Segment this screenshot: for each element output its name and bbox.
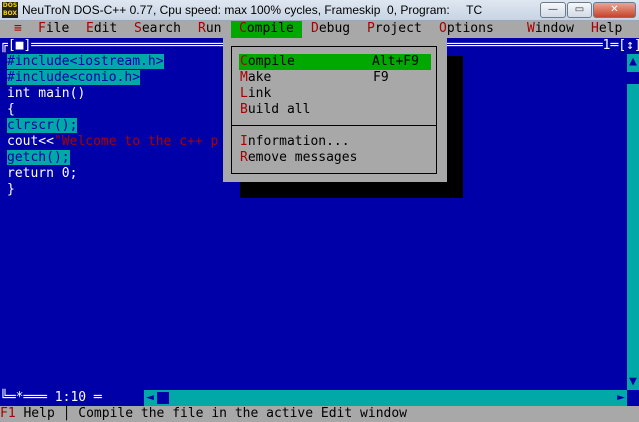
status-bar: F1 Help │ Compile the file in the active…	[0, 406, 639, 422]
menu-item-hotkey: C	[240, 54, 248, 69]
menu-item-label: ink	[247, 86, 272, 101]
menu-item-compile[interactable]: Compile Alt+F9	[239, 54, 431, 70]
vertical-scrollbar[interactable]: ▲ ▼	[627, 54, 639, 390]
system-menu[interactable]: ≡	[14, 21, 22, 38]
code-editor[interactable]: #include<iostream.h> #include<conio.h> i…	[7, 54, 218, 198]
window-title-bar[interactable]: DOS BOX NeuTroN DOS-C++ 0.77, Cpu speed:…	[0, 0, 639, 21]
code-line: getch();	[7, 150, 218, 166]
menu-item-information[interactable]: Information...	[240, 134, 430, 150]
horizontal-scrollbar[interactable]: ◄ ►	[144, 390, 627, 406]
menu-file-hotkey: F	[38, 21, 46, 36]
menu-item-hotkey: M	[240, 70, 248, 85]
menu-debug-hotkey: D	[311, 21, 319, 36]
code-string-literal: "Welcome to the c++ p	[53, 134, 219, 149]
scroll-up-icon[interactable]: ▲	[627, 54, 639, 70]
menu-edit-hotkey: E	[86, 21, 94, 36]
menu-item-link[interactable]: Link	[240, 86, 430, 102]
menu-debug[interactable]: Debug	[311, 21, 350, 38]
menu-help-hotkey: H	[591, 21, 599, 36]
menu-item-label: ake	[247, 70, 272, 85]
scroll-down-icon[interactable]: ▼	[627, 374, 639, 390]
code-line-text: #include<iostream.h>	[7, 54, 164, 69]
code-line: }	[7, 182, 15, 197]
system-menu-icon: ≡	[14, 21, 22, 36]
code-line: cout<<"Welcome to the c++ p	[7, 134, 218, 150]
menu-item-build-all[interactable]: Build all	[240, 102, 430, 118]
code-line-text: cout<<	[7, 134, 54, 149]
menu-project-label: roject	[374, 21, 422, 36]
menu-search-hotkey: S	[134, 21, 142, 36]
menu-window-label: indow	[534, 21, 574, 36]
menu-item-make[interactable]: Make F9	[240, 70, 430, 86]
minimize-button[interactable]: —	[540, 2, 566, 18]
menu-item-label: nformation...	[247, 134, 350, 149]
menu-compile[interactable]: Compile	[231, 21, 302, 38]
code-line-text: #include<conio.h>	[7, 70, 141, 85]
vertical-scroll-thumb[interactable]	[627, 72, 639, 84]
menu-item-label: uild all	[247, 102, 311, 117]
menu-bar: ≡ File Edit Search Run Compile Debug Pro…	[0, 21, 639, 38]
menu-item-hotkey: L	[240, 86, 248, 101]
code-line-text: getch();	[7, 150, 70, 165]
menu-run-hotkey: R	[198, 21, 206, 36]
maximize-button[interactable]: ▭	[567, 2, 592, 18]
menu-run-label: un	[205, 21, 222, 36]
horizontal-scroll-thumb[interactable]	[157, 392, 169, 404]
code-line: int main()	[7, 86, 86, 101]
menu-edit-label: dit	[93, 21, 118, 36]
compile-dropdown-menu: Compile Alt+F9 Make F9 Link Build all Info…	[223, 38, 447, 182]
menu-compile-label: ompile	[246, 21, 294, 36]
menu-file[interactable]: File	[38, 21, 69, 38]
menu-help[interactable]: Help	[591, 21, 622, 38]
menu-item-shortcut: F9	[373, 70, 389, 85]
code-line: #include<iostream.h>	[7, 54, 218, 70]
menu-item-hotkey: I	[240, 134, 248, 149]
menu-help-label: elp	[598, 21, 623, 36]
menu-edit[interactable]: Edit	[86, 21, 117, 38]
app-icon-text-bottom: BOX	[2, 10, 18, 17]
code-line: {	[7, 102, 15, 117]
scroll-right-icon[interactable]: ►	[615, 390, 627, 406]
help-hotkey[interactable]: F1	[0, 406, 16, 421]
scroll-left-icon[interactable]: ◄	[144, 390, 156, 406]
menu-search-label: earch	[141, 21, 181, 36]
menu-item-remove-messages[interactable]: Remove messages	[240, 150, 430, 166]
menu-item-label: emove messages	[247, 150, 358, 165]
menu-search[interactable]: Search	[134, 21, 181, 38]
menu-item-shortcut: Alt+F9	[372, 54, 419, 69]
menu-item-hotkey: B	[240, 102, 248, 117]
menu-options-hotkey: O	[439, 21, 447, 36]
menu-item-label: ompile	[247, 54, 295, 69]
window-title: NeuTroN DOS-C++ 0.77, Cpu speed: max 100…	[22, 3, 483, 17]
code-line-text: clrscr();	[7, 118, 78, 133]
code-line: #include<conio.h>	[7, 70, 218, 86]
menu-file-label: ile	[45, 21, 70, 36]
menu-run[interactable]: Run	[198, 21, 221, 38]
menu-options-label: ptions	[446, 21, 494, 36]
menu-item-hotkey: R	[240, 150, 248, 165]
menu-window-hotkey: W	[527, 21, 535, 36]
help-label[interactable]: Help	[16, 406, 63, 421]
menu-window[interactable]: Window	[527, 21, 574, 38]
close-button[interactable]: ✕	[593, 2, 636, 18]
code-line: return 0;	[7, 166, 78, 181]
code-line: clrscr();	[7, 118, 218, 134]
menu-separator	[232, 125, 436, 126]
menu-project-hotkey: P	[367, 21, 375, 36]
menu-debug-label: ebug	[318, 21, 351, 36]
dosbox-app-icon[interactable]: DOS BOX	[2, 2, 18, 18]
app-icon-text-top: DOS	[2, 2, 18, 9]
status-message: Compile the file in the active Edit wind…	[70, 406, 407, 421]
menu-project[interactable]: Project	[367, 21, 422, 38]
menu-compile-hotkey: C	[239, 21, 247, 36]
menu-options[interactable]: Options	[439, 21, 494, 38]
